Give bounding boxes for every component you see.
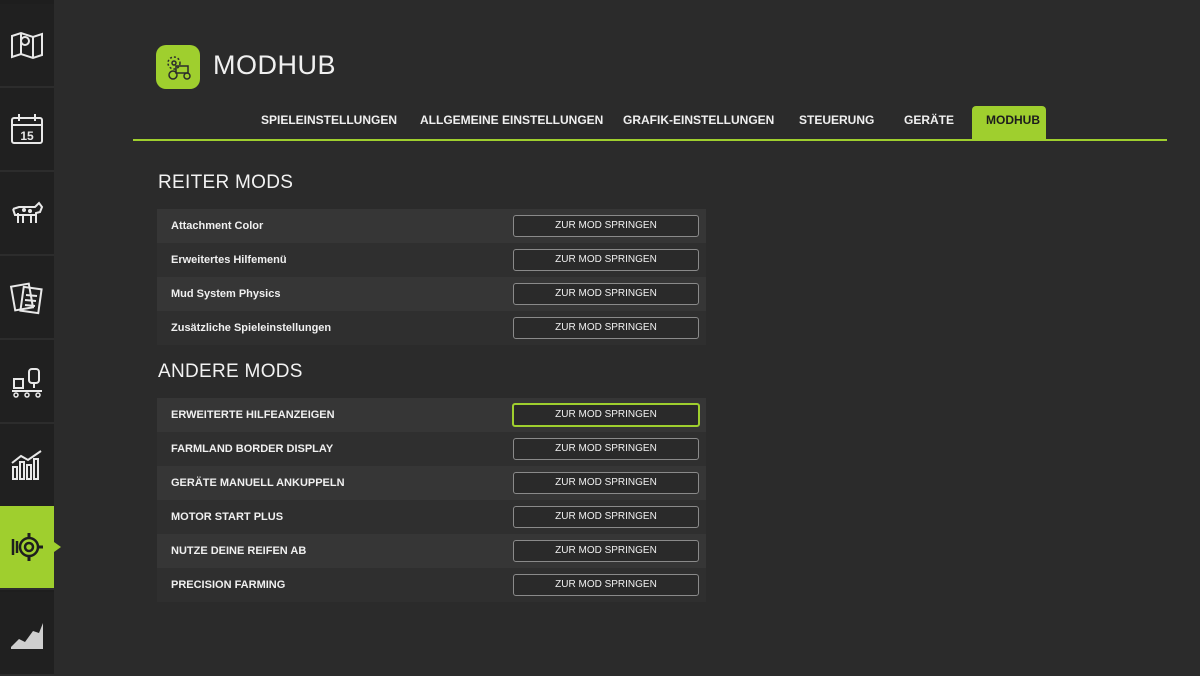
map-icon bbox=[11, 31, 43, 60]
mod-name: ERWEITERTE HILFEANZEIGEN bbox=[171, 409, 335, 421]
jump-to-mod-button[interactable]: ZUR MOD SPRINGEN bbox=[513, 215, 699, 237]
jump-to-mod-button[interactable]: ZUR MOD SPRINGEN bbox=[513, 438, 699, 460]
sidebar-item-settings[interactable] bbox=[0, 506, 61, 590]
list-item: NUTZE DEINE REIFEN AB ZUR MOD SPRINGEN bbox=[157, 534, 706, 568]
sidebar-item-animals[interactable] bbox=[0, 172, 54, 256]
prices-chart-icon bbox=[11, 623, 43, 649]
mod-name: Erweitertes Hilfemenü bbox=[171, 254, 287, 266]
mod-name: Mud System Physics bbox=[171, 288, 281, 300]
mod-name: Attachment Color bbox=[171, 220, 264, 232]
section-title-andere-mods: ANDERE MODS bbox=[158, 361, 303, 382]
mod-name: NUTZE DEINE REIFEN AB bbox=[171, 545, 307, 557]
jump-to-mod-button[interactable]: ZUR MOD SPRINGEN bbox=[513, 540, 699, 562]
list-item: Zusätzliche Spieleinstellungen ZUR MOD S… bbox=[157, 311, 706, 345]
jump-to-mod-button[interactable]: ZUR MOD SPRINGEN bbox=[512, 403, 700, 427]
andere-mods-list: ERWEITERTE HILFEANZEIGEN ZUR MOD SPRINGE… bbox=[157, 398, 706, 602]
mod-name: Zusätzliche Spieleinstellungen bbox=[171, 322, 332, 334]
sidebar-item-contracts[interactable] bbox=[0, 256, 54, 340]
contracts-icon bbox=[9, 282, 43, 315]
list-item: MOTOR START PLUS ZUR MOD SPRINGEN bbox=[157, 500, 706, 534]
sidebar-item-prices[interactable] bbox=[0, 592, 54, 676]
sidebar-item-production[interactable] bbox=[0, 340, 54, 424]
tab-grafik-einstellungen[interactable]: GRAFIK-EINSTELLUNGEN bbox=[623, 106, 774, 140]
list-item: PRECISION FARMING ZUR MOD SPRINGEN bbox=[157, 568, 706, 602]
jump-to-mod-button[interactable]: ZUR MOD SPRINGEN bbox=[513, 317, 699, 339]
jump-to-mod-button[interactable]: ZUR MOD SPRINGEN bbox=[513, 249, 699, 271]
tractor-gear-icon bbox=[167, 56, 191, 80]
tab-bar: SPIELEINSTELLUNGEN ALLGEMEINE EINSTELLUN… bbox=[0, 106, 1200, 140]
list-item: ERWEITERTE HILFEANZEIGEN ZUR MOD SPRINGE… bbox=[157, 398, 706, 432]
list-item: GERÄTE MANUELL ANKUPPELN ZUR MOD SPRINGE… bbox=[157, 466, 706, 500]
page-title: MODHUB bbox=[213, 50, 336, 80]
sidebar-item-map[interactable] bbox=[0, 4, 54, 88]
mod-name: FARMLAND BORDER DISPLAY bbox=[171, 443, 334, 455]
tab-modhub[interactable]: MODHUB bbox=[972, 106, 1046, 140]
tab-spieleinstellungen[interactable]: SPIELEINSTELLUNGEN bbox=[261, 106, 397, 140]
sidebar: 15 bbox=[0, 0, 61, 676]
list-item: Attachment Color ZUR MOD SPRINGEN bbox=[157, 209, 706, 243]
list-item: Mud System Physics ZUR MOD SPRINGEN bbox=[157, 277, 706, 311]
mod-name: PRECISION FARMING bbox=[171, 579, 286, 591]
settings-gear-icon bbox=[11, 533, 43, 561]
jump-to-mod-button[interactable]: ZUR MOD SPRINGEN bbox=[513, 472, 699, 494]
list-item: FARMLAND BORDER DISPLAY ZUR MOD SPRINGEN bbox=[157, 432, 706, 466]
mod-name: GERÄTE MANUELL ANKUPPELN bbox=[171, 477, 345, 489]
cow-icon bbox=[12, 201, 44, 223]
mod-name: MOTOR START PLUS bbox=[171, 511, 284, 523]
sidebar-item-statistics[interactable] bbox=[0, 424, 54, 508]
tab-allgemeine-einstellungen[interactable]: ALLGEMEINE EINSTELLUNGEN bbox=[420, 106, 603, 140]
list-item: Erweitertes Hilfemenü ZUR MOD SPRINGEN bbox=[157, 243, 706, 277]
modhub-logo bbox=[156, 45, 200, 89]
production-icon bbox=[12, 368, 42, 398]
jump-to-mod-button[interactable]: ZUR MOD SPRINGEN bbox=[513, 283, 699, 305]
section-title-reiter-mods: REITER MODS bbox=[158, 172, 294, 193]
tab-steuerung[interactable]: STEUERUNG bbox=[799, 106, 874, 140]
tab-geraete[interactable]: GERÄTE bbox=[904, 106, 954, 140]
jump-to-mod-button[interactable]: ZUR MOD SPRINGEN bbox=[513, 506, 699, 528]
reiter-mods-list: Attachment Color ZUR MOD SPRINGEN Erweit… bbox=[157, 209, 706, 345]
jump-to-mod-button[interactable]: ZUR MOD SPRINGEN bbox=[513, 574, 699, 596]
tab-underline bbox=[133, 139, 1167, 141]
statistics-icon bbox=[11, 450, 42, 480]
